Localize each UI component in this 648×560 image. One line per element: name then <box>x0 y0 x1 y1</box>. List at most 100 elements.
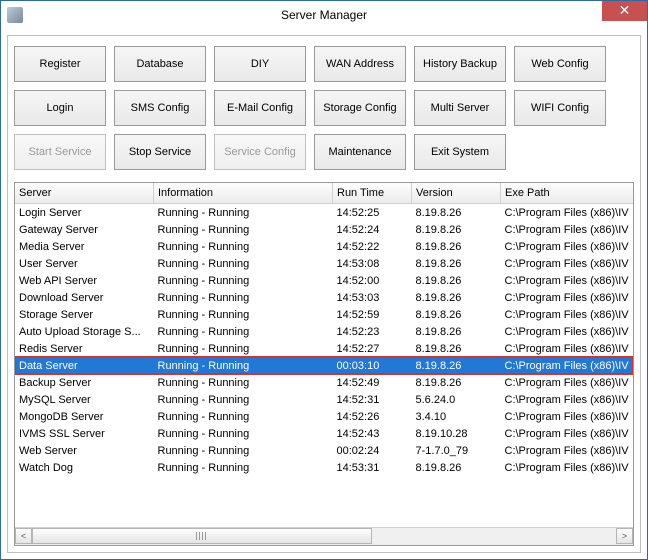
table-row[interactable]: Gateway ServerRunning - Running14:52:248… <box>15 221 633 238</box>
cell-information: Running - Running <box>154 289 333 306</box>
cell-server: Watch Dog <box>15 459 154 476</box>
table-row[interactable]: Download ServerRunning - Running14:53:03… <box>15 289 633 306</box>
table-row[interactable]: MySQL ServerRunning - Running14:52:315.6… <box>15 391 633 408</box>
cell-version: 8.19.8.26 <box>412 374 501 391</box>
cell-runtime: 14:52:49 <box>333 374 412 391</box>
button-row-2: LoginSMS ConfigE-Mail ConfigStorage Conf… <box>14 90 634 126</box>
login-button[interactable]: Login <box>14 90 106 126</box>
cell-information: Running - Running <box>154 391 333 408</box>
table-row[interactable]: Web API ServerRunning - Running14:52:008… <box>15 272 633 289</box>
cell-server: Redis Server <box>15 340 154 357</box>
column-header-version[interactable]: Version <box>412 183 501 204</box>
window-title: Server Manager <box>1 8 647 22</box>
table-row[interactable]: User ServerRunning - Running14:53:088.19… <box>15 255 633 272</box>
cell-exepath: C:\Program Files (x86)\IV <box>501 391 634 408</box>
cell-version: 8.19.8.26 <box>412 221 501 238</box>
table-row[interactable]: Redis ServerRunning - Running14:52:278.1… <box>15 340 633 357</box>
cell-exepath: C:\Program Files (x86)\IV <box>501 374 634 391</box>
cell-version: 8.19.8.26 <box>412 289 501 306</box>
cell-runtime: 14:52:43 <box>333 425 412 442</box>
cell-exepath: C:\Program Files (x86)\IV <box>501 442 634 459</box>
cell-version: 8.19.8.26 <box>412 357 501 374</box>
cell-exepath: C:\Program Files (x86)\IV <box>501 459 634 476</box>
sms-config-button[interactable]: SMS Config <box>114 90 206 126</box>
scroll-right-button[interactable]: > <box>616 528 633 544</box>
wan-address-button[interactable]: WAN Address <box>314 46 406 82</box>
cell-version: 3.4.10 <box>412 408 501 425</box>
cell-runtime: 14:52:26 <box>333 408 412 425</box>
cell-information: Running - Running <box>154 357 333 374</box>
cell-information: Running - Running <box>154 442 333 459</box>
cell-runtime: 14:52:24 <box>333 221 412 238</box>
column-header-runtime[interactable]: Run Time <box>333 183 412 204</box>
cell-server: MongoDB Server <box>15 408 154 425</box>
toolbar: RegisterDatabaseDIYWAN AddressHistory Ba… <box>14 46 634 170</box>
cell-runtime: 14:53:08 <box>333 255 412 272</box>
cell-exepath: C:\Program Files (x86)\IV <box>501 255 634 272</box>
cell-server: Download Server <box>15 289 154 306</box>
stop-service-button[interactable]: Stop Service <box>114 134 206 170</box>
database-button[interactable]: Database <box>114 46 206 82</box>
cell-server: IVMS SSL Server <box>15 425 154 442</box>
column-header-information[interactable]: Information <box>154 183 333 204</box>
cell-runtime: 14:52:25 <box>333 204 412 222</box>
cell-information: Running - Running <box>154 374 333 391</box>
diy-button[interactable]: DIY <box>214 46 306 82</box>
cell-server: Web API Server <box>15 272 154 289</box>
cell-exepath: C:\Program Files (x86)\IV <box>501 289 634 306</box>
cell-information: Running - Running <box>154 323 333 340</box>
cell-runtime: 14:52:22 <box>333 238 412 255</box>
cell-server: Backup Server <box>15 374 154 391</box>
cell-exepath: C:\Program Files (x86)\IV <box>501 323 634 340</box>
e-mail-config-button[interactable]: E-Mail Config <box>214 90 306 126</box>
table-row[interactable]: IVMS SSL ServerRunning - Running14:52:43… <box>15 425 633 442</box>
scroll-left-button[interactable]: < <box>15 528 32 544</box>
cell-version: 8.19.8.26 <box>412 204 501 222</box>
server-manager-window: Server Manager ✕ RegisterDatabaseDIYWAN … <box>0 0 648 560</box>
maintenance-button[interactable]: Maintenance <box>314 134 406 170</box>
cell-runtime: 14:52:27 <box>333 340 412 357</box>
cell-server: User Server <box>15 255 154 272</box>
cell-runtime: 00:03:10 <box>333 357 412 374</box>
table-row[interactable]: MongoDB ServerRunning - Running14:52:263… <box>15 408 633 425</box>
titlebar: Server Manager ✕ <box>1 1 647 29</box>
table-row[interactable]: Data ServerRunning - Running00:03:108.19… <box>15 357 633 374</box>
cell-information: Running - Running <box>154 340 333 357</box>
cell-server: Gateway Server <box>15 221 154 238</box>
horizontal-scrollbar[interactable]: < > <box>15 527 633 545</box>
cell-information: Running - Running <box>154 425 333 442</box>
cell-server: Storage Server <box>15 306 154 323</box>
cell-exepath: C:\Program Files (x86)\IV <box>501 221 634 238</box>
button-row-3: Start ServiceStop ServiceService ConfigM… <box>14 134 634 170</box>
cell-exepath: C:\Program Files (x86)\IV <box>501 425 634 442</box>
storage-config-button[interactable]: Storage Config <box>314 90 406 126</box>
cell-information: Running - Running <box>154 272 333 289</box>
cell-version: 8.19.8.26 <box>412 255 501 272</box>
cell-version: 8.19.8.26 <box>412 306 501 323</box>
close-button[interactable]: ✕ <box>602 1 647 21</box>
exit-system-button[interactable]: Exit System <box>414 134 506 170</box>
cell-information: Running - Running <box>154 306 333 323</box>
table-row[interactable]: Auto Upload Storage S...Running - Runnin… <box>15 323 633 340</box>
column-header-exepath[interactable]: Exe Path <box>501 183 634 204</box>
table-row[interactable]: Web ServerRunning - Running00:02:247-1.7… <box>15 442 633 459</box>
cell-exepath: C:\Program Files (x86)\IV <box>501 408 634 425</box>
column-header-server[interactable]: Server <box>15 183 154 204</box>
multi-server-button[interactable]: Multi Server <box>414 90 506 126</box>
wifi-config-button[interactable]: WIFI Config <box>514 90 606 126</box>
table-header-row: ServerInformationRun TimeVersionExe Path <box>15 183 633 204</box>
cell-runtime: 14:52:00 <box>333 272 412 289</box>
table-row[interactable]: Media ServerRunning - Running14:52:228.1… <box>15 238 633 255</box>
cell-information: Running - Running <box>154 221 333 238</box>
cell-version: 8.19.8.26 <box>412 459 501 476</box>
history-backup-button[interactable]: History Backup <box>414 46 506 82</box>
web-config-button[interactable]: Web Config <box>514 46 606 82</box>
table-row[interactable]: Login ServerRunning - Running14:52:258.1… <box>15 204 633 222</box>
cell-runtime: 14:52:59 <box>333 306 412 323</box>
table-row[interactable]: Storage ServerRunning - Running14:52:598… <box>15 306 633 323</box>
scroll-thumb[interactable] <box>32 528 372 544</box>
table-row[interactable]: Backup ServerRunning - Running14:52:498.… <box>15 374 633 391</box>
register-button[interactable]: Register <box>14 46 106 82</box>
server-table[interactable]: ServerInformationRun TimeVersionExe Path… <box>15 183 633 476</box>
table-row[interactable]: Watch DogRunning - Running14:53:318.19.8… <box>15 459 633 476</box>
